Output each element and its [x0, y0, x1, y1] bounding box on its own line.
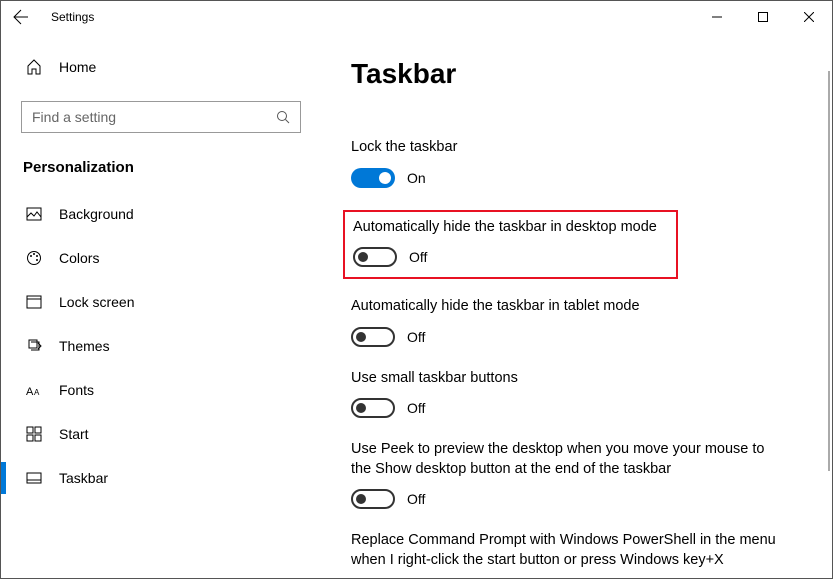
svg-text:A: A	[26, 386, 34, 398]
home-icon	[25, 58, 43, 76]
nav-list: Background Colors Lock screen Themes	[21, 192, 301, 500]
toggle-hide-desktop[interactable]	[353, 247, 397, 267]
home-nav[interactable]: Home	[21, 47, 301, 87]
palette-icon	[25, 249, 43, 267]
sidebar-item-taskbar[interactable]: Taskbar	[21, 456, 301, 500]
sidebar-item-fonts[interactable]: AA Fonts	[21, 368, 301, 412]
section-header: Personalization	[21, 159, 301, 176]
nav-label: Colors	[59, 250, 99, 266]
maximize-icon	[758, 12, 768, 22]
window-title: Settings	[51, 10, 94, 24]
lock-screen-icon	[25, 293, 43, 311]
search-icon	[276, 110, 290, 124]
nav-label: Background	[59, 206, 134, 222]
close-button[interactable]	[786, 1, 832, 33]
toggle-row: Off	[351, 398, 802, 418]
taskbar-icon	[25, 469, 43, 487]
sidebar-item-colors[interactable]: Colors	[21, 236, 301, 280]
toggle-state: Off	[407, 329, 425, 345]
maximize-button[interactable]	[740, 1, 786, 33]
titlebar-left: Settings	[9, 5, 94, 29]
toggle-small-buttons[interactable]	[351, 398, 395, 418]
home-label: Home	[59, 59, 96, 75]
nav-label: Lock screen	[59, 294, 134, 310]
toggle-row: Off	[353, 247, 668, 267]
search-box[interactable]	[21, 101, 301, 133]
nav-label: Taskbar	[59, 470, 108, 486]
setting-label: Automatically hide the taskbar in tablet…	[351, 297, 781, 317]
toggle-state: Off	[409, 249, 427, 265]
toggle-state: Off	[407, 400, 425, 416]
toggle-row: Off	[351, 327, 802, 347]
close-icon	[804, 12, 814, 22]
svg-text:A: A	[34, 388, 40, 397]
themes-icon	[25, 337, 43, 355]
minimize-button[interactable]	[694, 1, 740, 33]
scrollbar[interactable]	[828, 71, 830, 471]
main-panel: Taskbar Lock the taskbar On Automaticall…	[321, 33, 832, 578]
image-icon	[25, 205, 43, 223]
setting-powershell: Replace Command Prompt with Windows Powe…	[351, 531, 802, 570]
toggle-peek[interactable]	[351, 489, 395, 509]
nav-label: Start	[59, 426, 89, 442]
arrow-left-icon	[13, 9, 29, 25]
setting-label: Use Peek to preview the desktop when you…	[351, 440, 781, 479]
sidebar-item-themes[interactable]: Themes	[21, 324, 301, 368]
sidebar-item-start[interactable]: Start	[21, 412, 301, 456]
page-title: Taskbar	[351, 58, 802, 90]
minimize-icon	[712, 12, 722, 22]
toggle-lock-taskbar[interactable]	[351, 168, 395, 188]
sidebar-item-background[interactable]: Background	[21, 192, 301, 236]
setting-label: Automatically hide the taskbar in deskto…	[353, 218, 668, 238]
sidebar-item-lock-screen[interactable]: Lock screen	[21, 280, 301, 324]
nav-label: Themes	[59, 338, 110, 354]
toggle-row: Off	[351, 489, 802, 509]
toggle-state: On	[407, 170, 426, 186]
setting-hide-tablet: Automatically hide the taskbar in tablet…	[351, 297, 802, 347]
search-input[interactable]	[32, 109, 272, 125]
setting-label: Use small taskbar buttons	[351, 369, 781, 389]
window-controls	[694, 1, 832, 33]
fonts-icon: AA	[25, 381, 43, 399]
setting-label: Lock the taskbar	[351, 138, 781, 158]
setting-lock-taskbar: Lock the taskbar On	[351, 138, 802, 188]
sidebar: Home Personalization Background Colors	[1, 33, 321, 578]
setting-peek: Use Peek to preview the desktop when you…	[351, 440, 802, 509]
nav-label: Fonts	[59, 382, 94, 398]
content: Home Personalization Background Colors	[1, 33, 832, 578]
highlighted-setting: Automatically hide the taskbar in deskto…	[343, 210, 678, 280]
setting-label: Replace Command Prompt with Windows Powe…	[351, 531, 781, 570]
titlebar: Settings	[1, 1, 832, 33]
toggle-state: Off	[407, 491, 425, 507]
setting-small-buttons: Use small taskbar buttons Off	[351, 369, 802, 419]
back-button[interactable]	[9, 5, 33, 29]
toggle-row: On	[351, 168, 802, 188]
toggle-hide-tablet[interactable]	[351, 327, 395, 347]
start-icon	[25, 425, 43, 443]
